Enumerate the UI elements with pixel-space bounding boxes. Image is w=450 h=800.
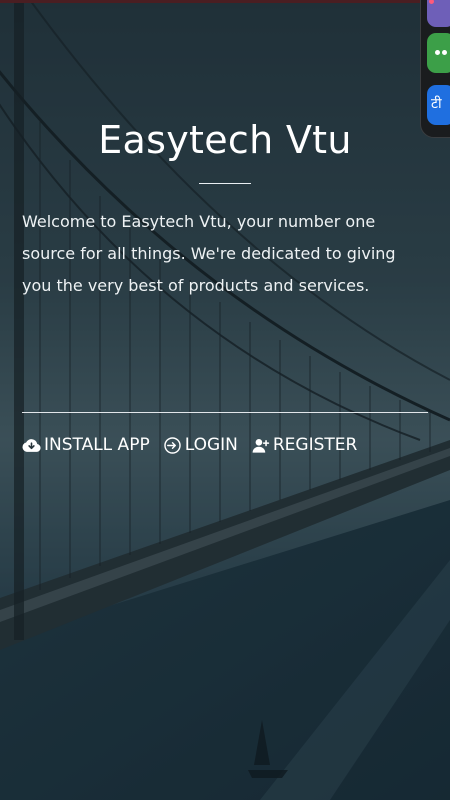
action-links: INSTALL APP LOGIN REGISTER (22, 432, 370, 458)
page-title: Easytech Vtu (98, 118, 352, 162)
dock-app-3-glyph: टी (431, 96, 442, 112)
register-link[interactable]: REGISTER (251, 435, 357, 455)
section-divider (22, 412, 428, 413)
more-dots-icon (442, 50, 447, 55)
intro-paragraph: Welcome to Easytech Vtu, your number one… (22, 212, 396, 295)
install-app-link[interactable]: INSTALL APP (22, 435, 150, 455)
title-underline (199, 183, 251, 184)
dock-app-icon-2[interactable] (427, 33, 450, 73)
more-dots-icon (435, 50, 440, 55)
install-app-label: INSTALL APP (44, 435, 150, 455)
side-app-dock: टी (420, 0, 450, 138)
cloud-download-icon (22, 438, 41, 452)
dock-app-icon-1[interactable] (427, 0, 450, 27)
login-label: LOGIN (184, 435, 238, 455)
login-icon (163, 436, 181, 454)
dock-app-icon-3[interactable]: टी (427, 85, 450, 125)
user-plus-icon (252, 438, 270, 453)
landing-content: Easytech Vtu Welcome to Easytech Vtu, yo… (0, 0, 450, 800)
register-label: REGISTER (272, 435, 358, 455)
dock-app-1-dot-icon (429, 0, 434, 4)
login-link[interactable]: LOGIN (163, 435, 238, 455)
